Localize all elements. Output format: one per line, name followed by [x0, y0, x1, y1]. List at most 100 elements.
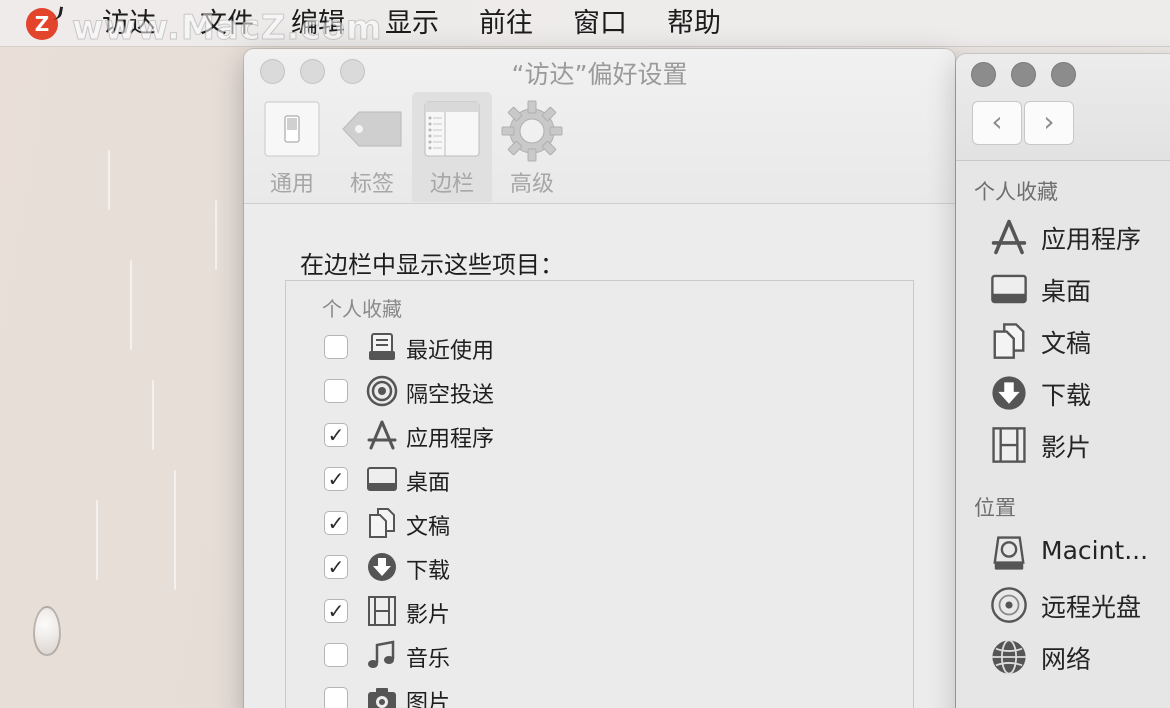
sidebar-item-documents[interactable]: 文稿 — [990, 322, 1170, 362]
pictures-icon — [368, 688, 396, 708]
menu-help[interactable]: 帮助 — [667, 6, 721, 42]
rain-streak — [152, 380, 154, 450]
recents-label: 最近使用 — [406, 339, 495, 364]
documents-label: 文稿 — [406, 515, 451, 540]
apple-stem-icon — [50, 5, 64, 21]
movies-checkbox[interactable]: ✓ — [324, 599, 348, 623]
sidebar-item-desktop[interactable]: 桌面 — [990, 270, 1170, 310]
applications-icon — [367, 420, 397, 450]
pictures-checkbox[interactable] — [324, 687, 348, 708]
rain-streak — [96, 500, 98, 580]
movies-icon — [992, 427, 1026, 463]
desktop-label: 桌面 — [406, 471, 451, 496]
close-button[interactable] — [971, 62, 996, 87]
sidebar-item-label: 远程光盘 — [1041, 593, 1142, 622]
downloads-checkbox[interactable]: ✓ — [324, 555, 348, 579]
tab-general-label: 通用 — [269, 172, 314, 197]
applications-label: 应用程序 — [406, 427, 495, 452]
list-item: 图片 — [324, 679, 884, 708]
music-icon — [368, 640, 395, 668]
sidebar-items-heading: 在边栏中显示这些项目： — [300, 251, 564, 279]
documents-icon — [993, 323, 1025, 359]
sidebar-item-downloads[interactable]: 下载 — [990, 374, 1170, 414]
tab-advanced[interactable]: 高级 — [492, 92, 572, 202]
airdrop-label: 隔空投送 — [406, 383, 495, 408]
sidebar-item-network[interactable]: 网络 — [990, 638, 1170, 678]
downloads-icon — [992, 376, 1026, 410]
rain-streak — [215, 200, 217, 270]
sidebar-item-label: 下载 — [1041, 381, 1092, 410]
menu-go[interactable]: 前往 — [479, 6, 533, 42]
list-item: ✓ 应用程序 — [324, 415, 884, 459]
airdrop-checkbox[interactable] — [324, 379, 348, 403]
sidebar-item-macintosh-hd[interactable]: Macint... — [990, 534, 1170, 574]
documents-icon — [369, 508, 395, 538]
sidebar-item-remote-disc[interactable]: 远程光盘 — [990, 586, 1170, 626]
menu-bar: Z 访达 文件 编辑 显示 前往 窗口 帮助 www.MacZ.com — [0, 0, 1170, 49]
sidebar-item-movies[interactable]: 影片 — [990, 426, 1170, 466]
watermark: www.MacZ.com — [71, 8, 383, 49]
list-item: ✓ 影片 — [324, 591, 884, 635]
favorites-group-title: 个人收藏 — [322, 297, 402, 321]
sidebar-icon — [424, 101, 480, 157]
zoom-button[interactable] — [1051, 62, 1076, 87]
gear-icon — [501, 100, 563, 162]
music-label: 音乐 — [406, 647, 451, 672]
window-title: “访达”偏好设置 — [511, 60, 688, 89]
preferences-toolbar: “访达”偏好设置 通用 标签 边栏 高级 — [244, 49, 955, 204]
list-item: ✓ 桌面 — [324, 459, 884, 503]
sidebar-item-label: 桌面 — [1041, 277, 1092, 306]
list-item: 音乐 — [324, 635, 884, 679]
forward-button[interactable]: › — [1024, 101, 1074, 145]
switch-icon — [264, 101, 320, 157]
tab-advanced-label: 高级 — [509, 172, 554, 197]
desktop-icon — [991, 274, 1027, 304]
remote-disc-icon — [991, 587, 1027, 623]
sidebar-item-label: 应用程序 — [1041, 225, 1142, 254]
recents-icon — [369, 333, 395, 360]
documents-checkbox[interactable]: ✓ — [324, 511, 348, 535]
list-item: 最近使用 — [324, 327, 884, 371]
finder-preferences-window: “访达”偏好设置 通用 标签 边栏 高级 在边栏中显示这些项目： 个人收藏 最近… — [244, 49, 955, 708]
rain-streak — [174, 470, 176, 590]
back-button[interactable]: ‹ — [972, 101, 1022, 145]
hard-disk-icon — [993, 536, 1025, 570]
finder-toolbar: ‹ › — [956, 54, 1170, 161]
downloads-label: 下载 — [406, 559, 451, 584]
airdrop-icon — [366, 375, 398, 407]
tag-icon — [342, 111, 402, 147]
tab-general[interactable]: 通用 — [252, 92, 332, 202]
water-drop — [33, 606, 61, 656]
movies-label: 影片 — [406, 603, 451, 628]
sidebar-item-label: 网络 — [1041, 645, 1092, 674]
list-item: 隔空投送 — [324, 371, 884, 415]
menu-view[interactable]: 显示 — [385, 6, 439, 42]
tab-sidebar[interactable]: 边栏 — [412, 92, 492, 202]
sidebar-item-label: Macint... — [1041, 536, 1149, 565]
applications-checkbox[interactable]: ✓ — [324, 423, 348, 447]
tab-sidebar-label: 边栏 — [429, 172, 474, 197]
movies-icon — [368, 596, 396, 626]
downloads-icon — [368, 553, 396, 581]
pictures-label: 图片 — [406, 691, 451, 708]
list-item: ✓ 文稿 — [324, 503, 884, 547]
sidebar-item-applications[interactable]: 应用程序 — [990, 218, 1170, 258]
menu-window[interactable]: 窗口 — [573, 6, 627, 42]
network-icon — [992, 639, 1026, 675]
locations-section-title: 位置 — [974, 496, 1016, 520]
finder-window: ‹ › 个人收藏 应用程序 桌面 文稿 下载 影片 位置 Macint... 远… — [956, 54, 1170, 708]
desktop-icon — [367, 467, 397, 491]
sidebar-item-label: 影片 — [1041, 433, 1092, 462]
minimize-button[interactable] — [1011, 62, 1036, 87]
tab-tags-label: 标签 — [349, 172, 394, 197]
rain-streak — [130, 260, 132, 350]
music-checkbox[interactable] — [324, 643, 348, 667]
sidebar-items-list: 个人收藏 最近使用 隔空投送 ✓ 应用程序 ✓ 桌面 ✓ 文稿 ✓ 下载 ✓ 影… — [285, 280, 914, 708]
desktop-checkbox[interactable]: ✓ — [324, 467, 348, 491]
recents-checkbox[interactable] — [324, 335, 348, 359]
favorites-section-title: 个人收藏 — [974, 180, 1058, 204]
tab-tags[interactable]: 标签 — [332, 92, 412, 202]
applications-icon — [991, 219, 1027, 255]
rain-streak — [108, 150, 110, 210]
list-item: ✓ 下载 — [324, 547, 884, 591]
